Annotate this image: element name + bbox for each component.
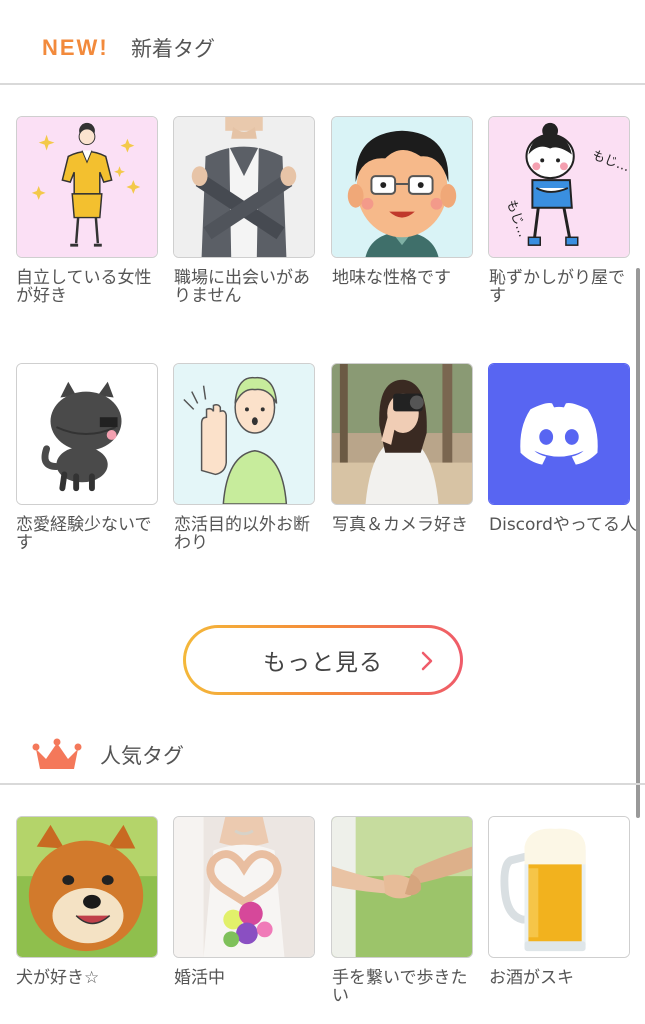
tag-tile-plain-personality[interactable]	[331, 116, 473, 258]
tag-label: 婚活中	[174, 968, 225, 988]
popular-divider	[0, 783, 645, 785]
bride-heart-photo	[174, 817, 314, 957]
new-badge: NEW!	[42, 35, 109, 60]
tag-label: 自立している女性が好き	[16, 268, 152, 306]
tag-tile-love-alcohol[interactable]	[488, 816, 630, 958]
new-tags-title: 新着タグ	[131, 37, 215, 61]
beer-mug-photo	[489, 817, 629, 957]
see-more-button-inner: もっと見る	[186, 628, 460, 692]
tag-label: 犬が好き☆	[16, 968, 100, 988]
tag-tile-marriage-hunting[interactable]	[173, 816, 315, 958]
tag-tile-discord[interactable]	[488, 363, 630, 505]
tag-tile-dog-lover[interactable]	[16, 816, 158, 958]
tag-tile-little-love-experience[interactable]	[16, 363, 158, 505]
glasses-man-illustration	[332, 117, 472, 257]
tag-label: 恥ずかしがり屋です	[489, 268, 625, 306]
popular-tags-header: 人気タグ	[0, 735, 645, 775]
discord-logo	[489, 364, 629, 504]
shy-girl-illustration: もじ… もじ…	[489, 117, 629, 257]
tag-label: 恋愛経験少ないです	[16, 515, 152, 553]
see-more-button[interactable]: もっと見る	[183, 625, 463, 695]
crossed-arms-photo	[174, 117, 314, 257]
tag-label: Discordやってる人	[489, 515, 638, 535]
tag-tile-serious-only[interactable]	[173, 363, 315, 505]
camera-woman-photo	[332, 364, 472, 504]
crown-icon	[32, 738, 82, 769]
tag-label: お酒がスキ	[489, 968, 574, 988]
popular-tags-title: 人気タグ	[100, 744, 184, 768]
tag-tile-independent-woman[interactable]	[16, 116, 158, 258]
new-tags-header: NEW! 新着タグ	[0, 28, 645, 68]
tag-label: 地味な性格です	[332, 268, 451, 288]
black-cat-illustration	[17, 364, 157, 504]
see-more-label: もっと見る	[263, 650, 383, 676]
businesswoman-illustration	[17, 117, 157, 257]
stop-hand-illustration	[174, 364, 314, 504]
holding-hands-photo	[332, 817, 472, 957]
tag-label: 恋活目的以外お断わり	[174, 515, 310, 553]
tag-tile-no-workplace-encounters[interactable]	[173, 116, 315, 258]
tag-label: 写真＆カメラ好き	[332, 515, 468, 535]
tag-label: 職場に出会いがありません	[174, 268, 310, 306]
header-divider	[0, 83, 645, 85]
tag-tile-hold-hands[interactable]	[331, 816, 473, 958]
tag-tile-photo-camera[interactable]	[331, 363, 473, 505]
shiba-dog-photo	[17, 817, 157, 957]
tag-tile-shy[interactable]: もじ… もじ…	[488, 116, 630, 258]
chevron-right-icon	[421, 651, 433, 671]
tag-label: 手を繋いで歩きたい	[332, 968, 468, 1006]
